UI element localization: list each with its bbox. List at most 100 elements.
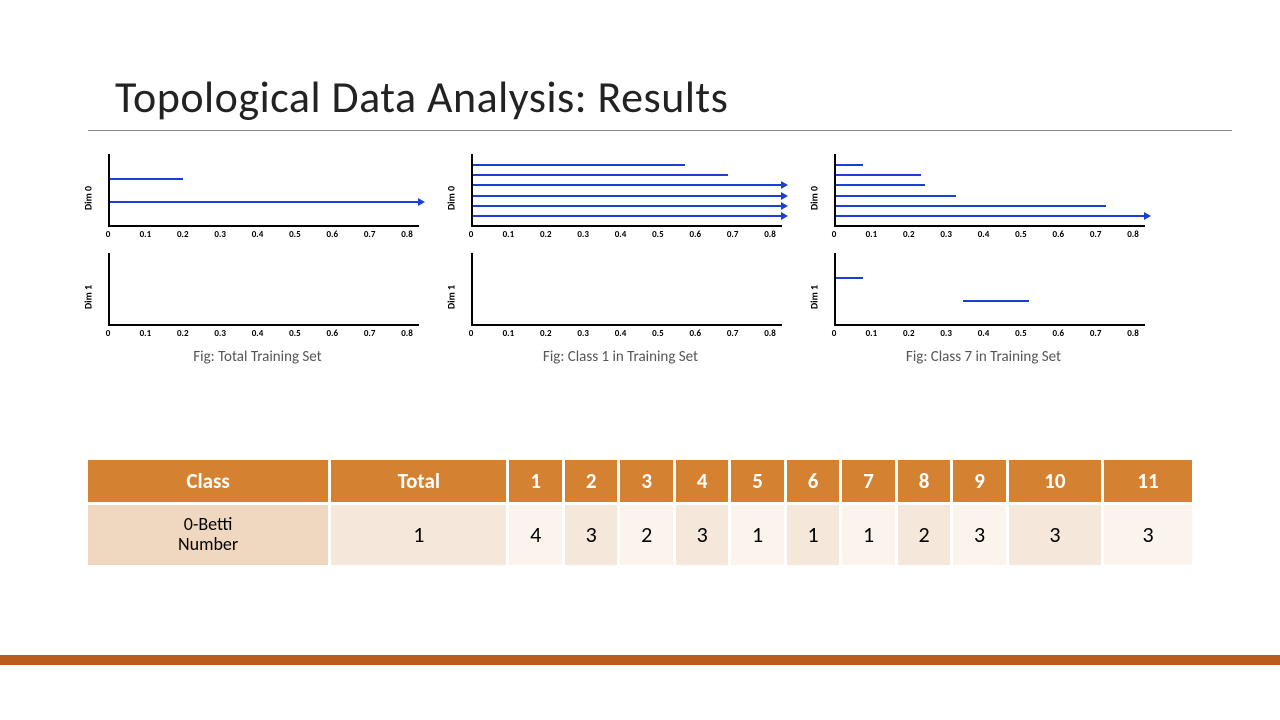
x-tick-label: 0.6 — [683, 328, 707, 344]
x-tick-label: 0.6 — [1046, 328, 1070, 344]
arrow-icon — [781, 181, 788, 189]
table-header-cell: 5 — [730, 460, 785, 504]
x-tick-label: 0.7 — [721, 229, 745, 245]
table-cell: 3 — [563, 504, 618, 565]
x-tick-label: 0.1 — [496, 328, 520, 344]
table-cell: 1 — [330, 504, 508, 565]
x-ticks: 00.10.20.30.40.50.60.70.8 — [471, 229, 782, 245]
persistence-bar — [836, 205, 1106, 207]
x-tick-label: 0.5 — [283, 229, 307, 245]
persistence-bar — [473, 174, 728, 176]
x-tick-label: 0.8 — [758, 229, 782, 245]
plot-area — [834, 253, 1145, 326]
table-cell: 3 — [1103, 504, 1192, 565]
barcode-plot: Dim 100.10.20.30.40.50.60.70.8 — [453, 249, 788, 344]
x-ticks: 00.10.20.30.40.50.60.70.8 — [108, 229, 419, 245]
x-tick-label: 0.8 — [395, 229, 419, 245]
barcode-plot: Dim 100.10.20.30.40.50.60.70.8 — [90, 249, 425, 344]
x-tick-label: 0.3 — [208, 328, 232, 344]
x-tick-label: 0.4 — [972, 229, 996, 245]
x-tick-label: 0.5 — [1009, 328, 1033, 344]
barcode-plot: Dim 000.10.20.30.40.50.60.70.8 — [453, 150, 788, 245]
arrow-icon — [1144, 212, 1151, 220]
page-title: Topological Data Analysis: Results — [115, 70, 728, 124]
x-tick-label: 0 — [459, 229, 483, 245]
persistence-bar — [473, 195, 782, 197]
footer-stripe — [0, 655, 1280, 665]
persistence-bar — [110, 178, 183, 180]
barcode-plot: Dim 100.10.20.30.40.50.60.70.8 — [816, 249, 1151, 344]
table-cell: 1 — [730, 504, 785, 565]
persistence-bar — [836, 164, 863, 166]
x-tick-label: 0.1 — [133, 328, 157, 344]
results-table: ClassTotal1234567891011 0-BettiNumber143… — [88, 460, 1192, 565]
table-cell: 4 — [508, 504, 563, 565]
caption: Fig: Class 1 in Training Set — [543, 348, 698, 366]
table-cell: 3 — [952, 504, 1007, 565]
table-header-cell: 10 — [1007, 460, 1102, 504]
plot-area — [108, 154, 419, 227]
caption: Fig: Total Training Set — [193, 348, 321, 366]
table-row: 0-BettiNumber143231112333 — [88, 504, 1192, 565]
table-cell: 3 — [674, 504, 729, 565]
table-cell: 1 — [785, 504, 840, 565]
persistence-bar — [473, 215, 782, 217]
x-tick-label: 0 — [96, 328, 120, 344]
row-label-cell: 0-BettiNumber — [88, 504, 330, 565]
x-tick-label: 0.5 — [1009, 229, 1033, 245]
plot-area — [108, 253, 419, 326]
arrow-icon — [781, 202, 788, 210]
persistence-bar — [473, 164, 685, 166]
y-axis-label: Dim 0 — [808, 185, 821, 209]
table-header-cell: 11 — [1103, 460, 1192, 504]
table-header-cell: Class — [88, 460, 330, 504]
table-header-cell: 6 — [785, 460, 840, 504]
table-cell: 2 — [896, 504, 951, 565]
persistence-bar — [473, 205, 782, 207]
x-tick-label: 0.2 — [897, 328, 921, 344]
x-tick-label: 0.2 — [171, 328, 195, 344]
plot-grid: Dim 0 0 0.1 0.2 0.3 0.4 0.5 0.6 0.7 0.8 Dim 1 0 0.1… — [90, 150, 1151, 366]
table-header-cell: 4 — [674, 460, 729, 504]
x-tick-label: 0.1 — [859, 328, 883, 344]
y-axis-label: Dim 1 — [445, 284, 458, 308]
table-header-cell: 8 — [896, 460, 951, 504]
plot-column-class7: Dim 000.10.20.30.40.50.60.70.8 Dim 100.1… — [816, 150, 1151, 366]
x-tick-label: 0.8 — [1121, 328, 1145, 344]
x-tick-label: 0.7 — [1084, 229, 1108, 245]
x-tick-label: 0.3 — [208, 229, 232, 245]
x-tick-label: 0.3 — [571, 229, 595, 245]
persistence-bar — [836, 277, 863, 279]
persistence-bar — [836, 195, 956, 197]
table-header-cell: 9 — [952, 460, 1007, 504]
table-header-cell: 3 — [619, 460, 674, 504]
y-axis-label: Dim 0 — [445, 185, 458, 209]
x-ticks: 00.10.20.30.40.50.60.70.8 — [834, 229, 1145, 245]
arrow-icon — [781, 192, 788, 200]
x-tick-label: 0.7 — [358, 328, 382, 344]
plot-area — [471, 253, 782, 326]
x-tick-label: 0 — [822, 229, 846, 245]
table-header-cell: 2 — [563, 460, 618, 504]
plot-column-total: Dim 000.10.20.30.40.50.60.70.8 Dim 100.1… — [90, 150, 425, 366]
x-tick-label: 0.4 — [246, 229, 270, 245]
x-tick-label: 0.7 — [358, 229, 382, 245]
table-cell: 1 — [841, 504, 896, 565]
caption: Fig: Class 7 in Training Set — [906, 348, 1061, 366]
table-cell: 3 — [1007, 504, 1102, 565]
persistence-bar — [110, 201, 419, 203]
x-tick-label: 0 — [822, 328, 846, 344]
x-tick-label: 0.7 — [1084, 328, 1108, 344]
x-tick-label: 0.5 — [646, 229, 670, 245]
x-tick-label: 0.3 — [571, 328, 595, 344]
x-tick-label: 0 — [459, 328, 483, 344]
x-tick-label: 0.4 — [972, 328, 996, 344]
persistence-bar — [473, 184, 782, 186]
x-tick-label: 0.2 — [897, 229, 921, 245]
x-tick-label: 0.1 — [859, 229, 883, 245]
arrow-icon — [781, 212, 788, 220]
x-ticks: 00.10.20.30.40.50.60.70.8 — [471, 328, 782, 344]
x-tick-label: 0.1 — [496, 229, 520, 245]
x-ticks: 00.10.20.30.40.50.60.70.8 — [108, 328, 419, 344]
x-tick-label: 0.4 — [609, 328, 633, 344]
